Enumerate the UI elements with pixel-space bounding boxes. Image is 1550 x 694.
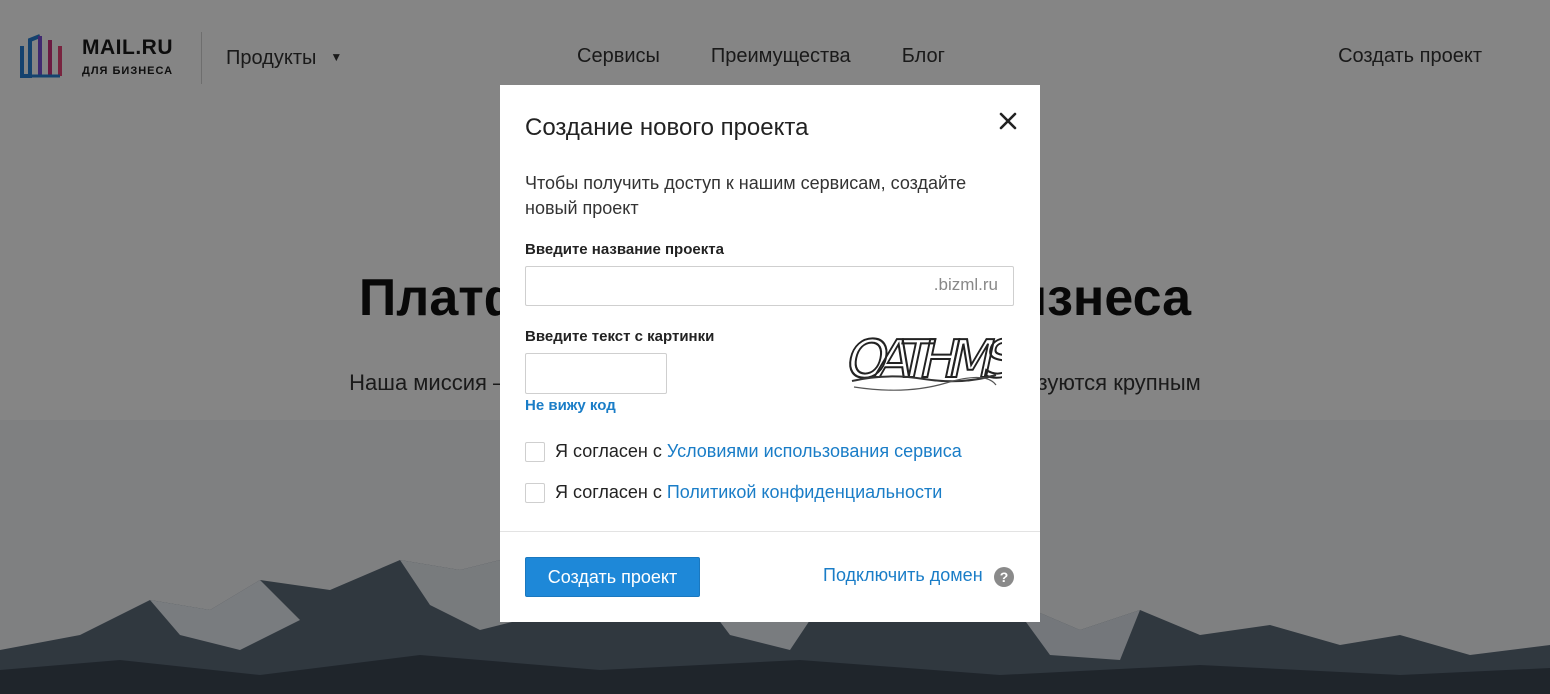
dialog-title: Создание нового проекта	[525, 114, 809, 141]
cant-see-code-link[interactable]: Не вижу код	[525, 397, 616, 414]
captcha-label: Введите текст с картинки	[525, 328, 715, 345]
create-project-dialog: Создание нового проекта Чтобы получить д…	[500, 85, 1040, 622]
captcha-input[interactable]	[525, 353, 667, 394]
terms-checkbox[interactable]	[525, 441, 545, 462]
terms-agreement-row: Я согласен с Условиями использования сер…	[525, 441, 962, 462]
captcha-text: OATHMS	[846, 330, 1002, 390]
terms-link[interactable]: Условиями использования сервиса	[667, 441, 962, 462]
connect-domain-link[interactable]: Подключить домен	[823, 565, 983, 586]
project-name-label: Введите название проекта	[525, 241, 724, 258]
domain-suffix: .bizml.ru	[933, 275, 998, 294]
terms-prefix: Я согласен с	[555, 441, 662, 461]
privacy-prefix: Я согласен с	[555, 482, 662, 502]
privacy-link[interactable]: Политикой конфиденциальности	[667, 482, 942, 503]
privacy-checkbox[interactable]	[525, 482, 545, 503]
captcha-image: OATHMS	[846, 325, 1002, 417]
dialog-footer-divider	[500, 531, 1040, 532]
help-icon[interactable]: ?	[994, 567, 1014, 587]
dialog-description: Чтобы получить доступ к нашим сервисам, …	[525, 173, 967, 218]
create-project-button[interactable]: Создать проект	[525, 557, 700, 597]
privacy-agreement-row: Я согласен с Политикой конфиденциальност…	[525, 482, 942, 503]
close-icon[interactable]	[996, 109, 1020, 133]
